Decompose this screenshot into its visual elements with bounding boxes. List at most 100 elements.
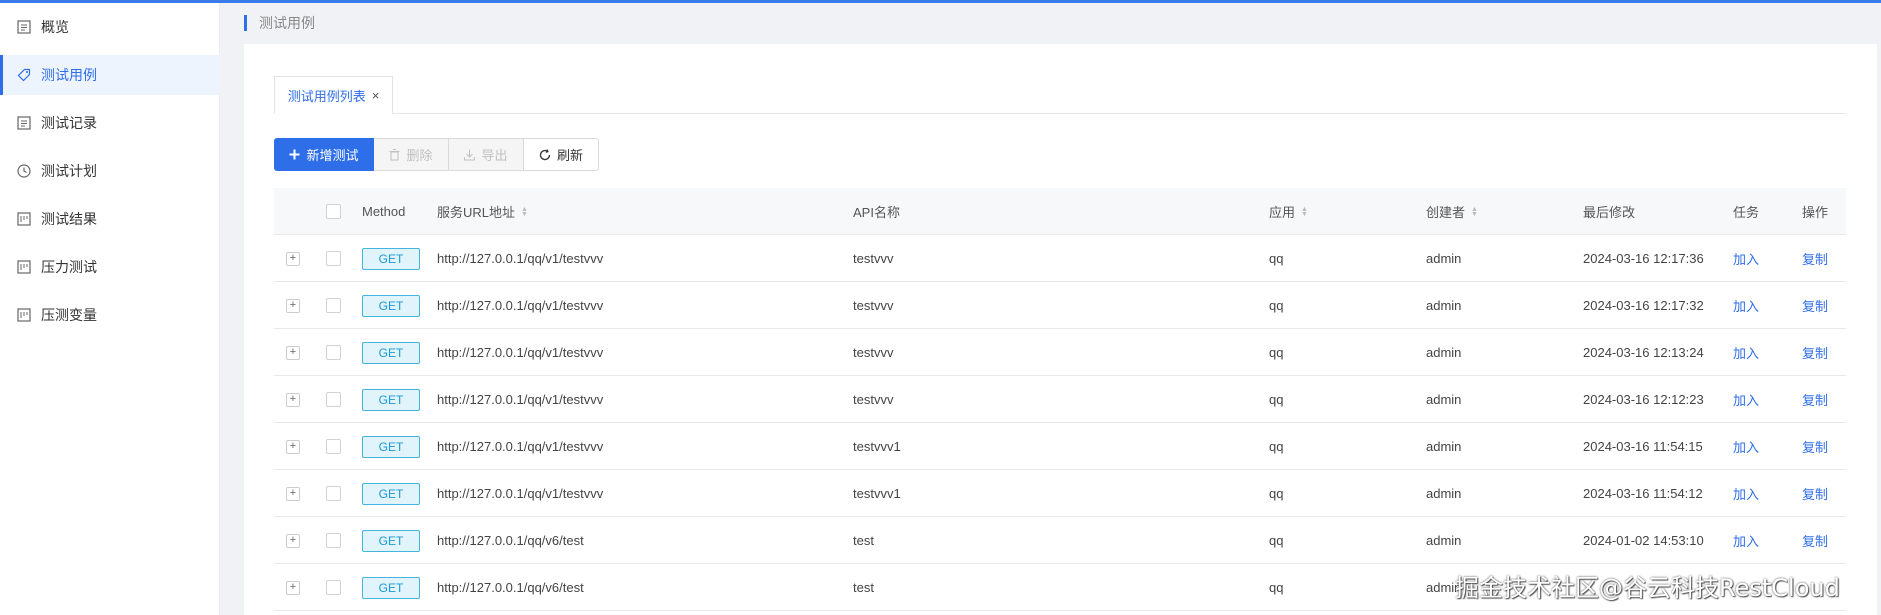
row-checkbox[interactable] — [326, 486, 341, 501]
tag-icon — [16, 67, 32, 83]
toolbar: 新增测试 删除 导出 刷新 — [274, 138, 599, 171]
column-header-app-label: 应用 — [1269, 205, 1296, 220]
expand-cell: + — [286, 376, 300, 423]
method-cell: GET — [362, 282, 420, 329]
sidebar-item-test-plan[interactable]: 测试计划 — [0, 151, 220, 191]
close-icon[interactable]: × — [372, 88, 380, 103]
sidebar-item-stress-test[interactable]: 压力测试 — [0, 247, 220, 287]
method-cell: GET — [362, 423, 420, 470]
join-task-link[interactable]: 加入 — [1733, 423, 1759, 470]
sidebar-item-label: 测试计划 — [41, 163, 97, 179]
sidebar-item-label: 测试结果 — [41, 211, 97, 227]
expand-icon[interactable]: + — [286, 251, 300, 266]
table-row: + GET http://127.0.0.1/qq/v1/testvvv testvv… — [274, 423, 1846, 470]
modified-cell: 2024-03-16 12:17:36 — [1583, 251, 1704, 266]
url-cell: http://127.0.0.1/qq/v6/test — [437, 580, 584, 595]
sidebar-item-overview[interactable]: 概览 — [0, 7, 220, 47]
delete-label: 删除 — [406, 148, 433, 163]
sidebar-item-test-records[interactable]: 测试记录 — [0, 103, 220, 143]
sidebar-item-label: 压力测试 — [41, 259, 97, 275]
expand-icon[interactable]: + — [286, 486, 300, 501]
copy-link[interactable]: 复制 — [1802, 282, 1828, 329]
sidebar-item-test-results[interactable]: 测试结果 — [0, 199, 220, 239]
row-checkbox[interactable] — [326, 580, 341, 595]
method-badge: GET — [362, 435, 420, 458]
row-checkbox[interactable] — [326, 345, 341, 360]
clock-icon — [16, 163, 32, 179]
expand-icon[interactable]: + — [286, 392, 300, 407]
sidebar: 概览 测试用例 测试记录 测试计划 测试结果 压力测试 压测变量 — [0, 3, 220, 615]
url-cell: http://127.0.0.1/qq/v1/testvvv — [437, 486, 604, 501]
row-checkbox-cell — [326, 235, 341, 282]
join-task-link[interactable]: 加入 — [1733, 470, 1759, 517]
list-icon — [16, 115, 32, 131]
copy-link[interactable]: 复制 — [1802, 376, 1828, 423]
expand-cell: + — [286, 470, 300, 517]
copy-link[interactable]: 复制 — [1802, 470, 1828, 517]
join-task-link[interactable]: 加入 — [1733, 235, 1759, 282]
download-icon — [464, 149, 476, 161]
refresh-label: 刷新 — [556, 148, 583, 163]
chart-icon — [16, 211, 32, 227]
row-checkbox[interactable] — [326, 392, 341, 407]
sort-icon[interactable]: ▲ ▼ — [1471, 206, 1478, 218]
expand-icon[interactable]: + — [286, 439, 300, 454]
select-all-checkbox[interactable] — [326, 204, 341, 219]
app-cell: qq — [1269, 298, 1284, 313]
sidebar-item-label: 测试记录 — [41, 115, 97, 131]
expand-icon[interactable]: + — [286, 298, 300, 313]
expand-cell: + — [286, 423, 300, 470]
sort-icon[interactable]: ▲ ▼ — [521, 206, 528, 218]
method-cell: GET — [362, 329, 420, 376]
row-checkbox[interactable] — [326, 251, 341, 266]
api-name-cell: test — [853, 533, 874, 548]
select-all-cell — [326, 188, 341, 235]
table-row: + GET http://127.0.0.1/qq/v1/testvvv testvv… — [274, 329, 1846, 376]
column-header-creator[interactable]: 创建者 ▲ ▼ — [1426, 188, 1478, 235]
expand-icon[interactable]: + — [286, 533, 300, 548]
row-checkbox[interactable] — [326, 439, 341, 454]
row-checkbox-cell — [326, 376, 341, 423]
api-name-cell: testvvv — [853, 298, 894, 313]
copy-link[interactable]: 复制 — [1802, 329, 1828, 376]
refresh-button[interactable]: 刷新 — [524, 138, 599, 171]
add-test-button[interactable]: 新增测试 — [274, 138, 374, 171]
expand-icon[interactable]: + — [286, 345, 300, 360]
table-row: + GET http://127.0.0.1/qq/v1/testvvv testvv… — [274, 282, 1846, 329]
export-label: 导出 — [481, 148, 508, 163]
delete-button[interactable]: 删除 — [374, 138, 449, 171]
column-header-action: 操作 — [1802, 205, 1829, 220]
row-checkbox[interactable] — [326, 533, 341, 548]
tab-test-case-list[interactable]: 测试用例列表 × — [274, 76, 393, 114]
sidebar-item-stress-variables[interactable]: 压测变量 — [0, 295, 220, 335]
column-header-method: Method — [362, 204, 406, 219]
method-badge: GET — [362, 529, 420, 552]
row-checkbox-cell — [326, 282, 341, 329]
column-header-task: 任务 — [1733, 205, 1760, 220]
row-checkbox[interactable] — [326, 298, 341, 313]
creator-cell: admin — [1426, 533, 1462, 548]
copy-link[interactable]: 复制 — [1802, 235, 1828, 282]
copy-link[interactable]: 复制 — [1802, 517, 1828, 564]
expand-icon[interactable]: + — [286, 580, 300, 595]
chart-icon — [16, 307, 32, 323]
creator-cell: admin — [1426, 298, 1462, 313]
creator-cell: admin — [1426, 251, 1462, 266]
row-checkbox-cell — [326, 423, 341, 470]
sort-icon[interactable]: ▲ ▼ — [1301, 206, 1308, 218]
api-name-cell: testvvv1 — [853, 439, 901, 454]
column-header-url[interactable]: 服务URL地址 ▲ ▼ — [437, 188, 528, 235]
join-task-link[interactable]: 加入 — [1733, 376, 1759, 423]
join-task-link[interactable]: 加入 — [1733, 517, 1759, 564]
method-cell: GET — [362, 470, 420, 517]
column-header-api: API名称 — [853, 205, 900, 220]
copy-link[interactable]: 复制 — [1802, 423, 1828, 470]
expand-cell: + — [286, 282, 300, 329]
export-button[interactable]: 导出 — [449, 138, 524, 171]
add-test-label: 新增测试 — [306, 148, 359, 163]
join-task-link[interactable]: 加入 — [1733, 329, 1759, 376]
column-header-app[interactable]: 应用 ▲ ▼ — [1269, 188, 1308, 235]
sidebar-item-test-cases[interactable]: 测试用例 — [0, 55, 220, 95]
join-task-link[interactable]: 加入 — [1733, 282, 1759, 329]
app-cell: qq — [1269, 439, 1284, 454]
